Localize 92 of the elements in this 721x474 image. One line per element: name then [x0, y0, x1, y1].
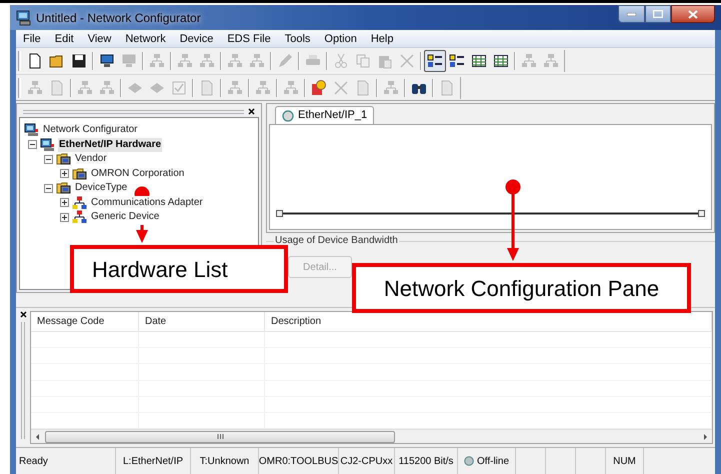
list-icon: [427, 53, 443, 69]
tree-item[interactable]: Network Configurator: [42, 123, 138, 138]
menu-item[interactable]: Help: [364, 30, 400, 46]
nodes-icon: [149, 53, 165, 69]
callout-label: Network Configuration Pane: [352, 263, 691, 313]
window-title: Untitled - Network Configurator: [36, 10, 201, 26]
collapse-icon[interactable]: [44, 184, 53, 193]
checkbox-icon: [171, 80, 187, 96]
close-button[interactable]: [671, 5, 715, 23]
grip-icon: [216, 434, 224, 439]
column-header[interactable]: Message Code: [31, 312, 139, 331]
status-text: CJ2-CPUxx: [340, 454, 393, 468]
network-canvas[interactable]: [269, 124, 712, 230]
folder-device-icon: [56, 152, 71, 166]
status-circle-icon: [282, 110, 294, 122]
menu-item[interactable]: File: [16, 30, 48, 46]
nodes-icon: [227, 80, 243, 96]
monitor-icon: [121, 53, 137, 69]
minimize-button[interactable]: [618, 5, 645, 23]
document-icon: [199, 80, 215, 96]
close-icon: [688, 10, 698, 18]
status-text: 115200 Bit/s: [398, 454, 454, 468]
toolbar-button[interactable]: [424, 50, 446, 72]
cross-icon: [333, 80, 349, 96]
group-label: Usage of Device Bandwidth: [274, 235, 399, 247]
maximize-button[interactable]: [645, 5, 671, 23]
callout-label: Hardware List: [70, 245, 288, 293]
document-icon: [27, 53, 43, 69]
scissors-icon: [333, 53, 349, 69]
status-text: OMR0:TOOLBUS: [258, 454, 338, 468]
status-text: Ready: [19, 454, 48, 468]
folder-device-icon: [56, 181, 71, 196]
tree-item[interactable]: OMRON Corporation: [90, 166, 186, 181]
computer-icon: [16, 10, 32, 26]
expand-icon[interactable]: [60, 169, 69, 178]
folder-device-icon: [72, 166, 87, 181]
nodes-icon: [227, 53, 243, 69]
close-icon[interactable]: [20, 311, 26, 318]
nodes-icon: [521, 53, 537, 69]
collapse-icon[interactable]: [44, 154, 53, 164]
nodes-icon: [255, 80, 271, 96]
tree-item[interactable]: Communications Adapter: [90, 196, 204, 210]
menu-item[interactable]: Option: [317, 30, 364, 46]
nodes-icon: [99, 80, 115, 96]
clipboard-icon: [377, 53, 393, 69]
list-icon: [449, 53, 465, 69]
nodes-icon: [383, 80, 399, 96]
document-icon: [49, 80, 65, 96]
status-light-icon: [464, 456, 474, 466]
nodes-icon: [249, 53, 265, 69]
status-text: Off-line: [476, 454, 510, 468]
grid-icon: [471, 53, 487, 69]
tab[interactable]: EtherNet/IP_1: [275, 106, 374, 124]
column-header[interactable]: Date: [139, 312, 265, 331]
tree-item[interactable]: Generic Device: [90, 210, 160, 224]
nodes-icon: [77, 80, 93, 96]
network-icon: [72, 210, 87, 224]
document-icon: [355, 80, 371, 96]
status-text: T:Unknown: [200, 454, 250, 468]
nodes-icon: [199, 53, 215, 69]
expand-icon[interactable]: [60, 198, 69, 208]
menu-item[interactable]: EDS File: [220, 30, 278, 46]
collapse-icon[interactable]: [28, 140, 37, 150]
menu-item[interactable]: Network: [118, 30, 173, 46]
scrollbar-thumb[interactable]: [45, 430, 395, 442]
folder-icon: [49, 53, 65, 69]
status-text: L:EtherNet/IP: [122, 454, 184, 468]
menu-item[interactable]: View: [80, 30, 118, 46]
close-icon[interactable]: [248, 108, 255, 115]
cross-icon: [399, 53, 415, 69]
menu-item[interactable]: Device: [172, 30, 220, 46]
status-text: NUM: [613, 454, 636, 468]
monitor-icon: [99, 53, 115, 69]
tree-item[interactable]: EtherNet/IP Hardware: [58, 138, 162, 152]
maximize-icon: [653, 10, 663, 18]
badge-icon: [311, 80, 327, 96]
menu-item[interactable]: Edit: [48, 30, 81, 46]
expand-icon[interactable]: [60, 212, 69, 222]
document-icon: [439, 80, 455, 96]
grid-icon: [493, 53, 509, 69]
pencil-icon: [277, 53, 293, 69]
nodes-icon: [177, 53, 193, 69]
menu-item[interactable]: Tools: [278, 30, 318, 46]
nodes-icon: [283, 80, 299, 96]
nodes-icon: [27, 80, 43, 96]
network-icon: [72, 196, 87, 210]
nodes-icon: [543, 53, 559, 69]
computer-icon: [24, 123, 39, 138]
tree-item[interactable]: DeviceType: [74, 181, 128, 196]
copy-icon: [355, 53, 371, 69]
minimize-icon: [627, 12, 636, 16]
computer-icon: [40, 138, 55, 152]
